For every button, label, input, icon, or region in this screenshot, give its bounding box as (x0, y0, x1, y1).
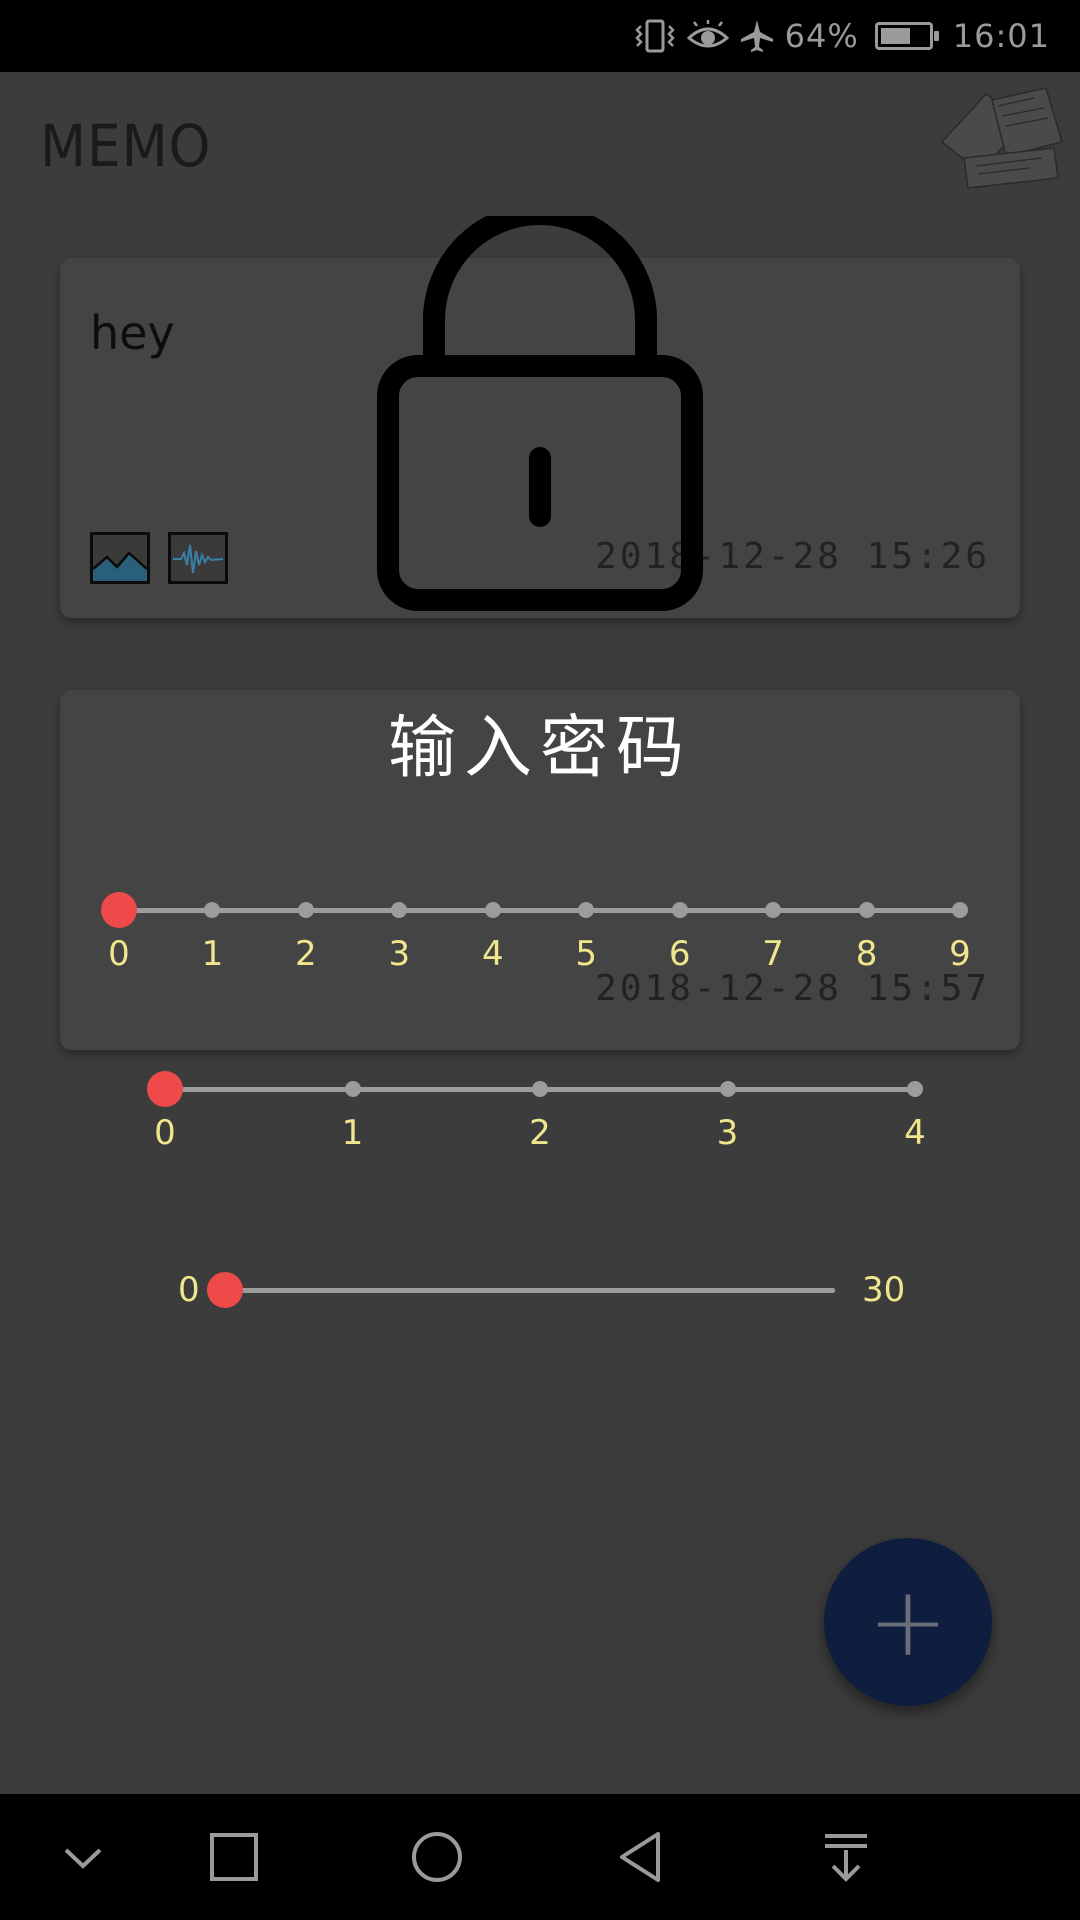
slider-tick-label: 4 (904, 1113, 926, 1153)
recent-apps-icon[interactable] (199, 1822, 269, 1892)
notes-stack-icon (940, 87, 1063, 189)
slider-tick-label: 9 (949, 934, 971, 974)
slider-tick[interactable] (344, 1081, 361, 1097)
battery-percent: 64% (784, 17, 859, 55)
slider-tick-label: 1 (201, 934, 224, 974)
lock-icon (377, 216, 703, 611)
image-icon (90, 532, 150, 584)
battery-level-fill (880, 28, 910, 44)
status-time: 16:01 (952, 17, 1050, 55)
password-prompt-title: 输入密码 (387, 709, 692, 788)
notification-pull-icon[interactable] (811, 1822, 881, 1892)
status-bar: 64% 16:01 (0, 0, 1080, 72)
back-icon[interactable] (608, 1822, 678, 1892)
memo-text: hey (90, 306, 175, 360)
slider-tick[interactable] (532, 1081, 548, 1097)
app-title: MEMO (40, 112, 212, 180)
slider-thumb[interactable] (207, 1272, 243, 1308)
slider-tick[interactable] (484, 902, 501, 918)
audio-wave-icon (168, 532, 228, 584)
slider-track[interactable] (225, 1288, 835, 1293)
slider-track[interactable] (119, 908, 960, 913)
navigation-bar (0, 1794, 1080, 1920)
chevron-down-icon[interactable] (48, 1822, 118, 1892)
slider-tick-label: 3 (388, 934, 411, 974)
slider-tick-label: 6 (668, 934, 691, 974)
airplane-icon (740, 20, 773, 52)
slider-tick-label: 5 (575, 934, 598, 974)
slider-tick[interactable] (671, 902, 688, 918)
eye-icon (686, 20, 729, 48)
slider-thumb[interactable] (147, 1071, 183, 1107)
slider-tick-label: 4 (481, 934, 504, 974)
slider-tick-label: 0 (154, 1113, 176, 1153)
vibrate-icon (634, 19, 675, 53)
plus-icon: + (867, 1566, 949, 1678)
slider-tick[interactable] (952, 902, 968, 918)
add-memo-button[interactable]: + (824, 1538, 992, 1706)
slider-tick-label: 7 (762, 934, 784, 974)
slider-thumb[interactable] (101, 892, 137, 928)
slider-tick-label: 0 (108, 934, 130, 974)
slider-tick-label: 3 (716, 1113, 739, 1153)
slider-tick[interactable] (858, 902, 875, 918)
slider-tick[interactable] (204, 902, 221, 918)
slider-tick[interactable] (578, 902, 595, 918)
battery-icon (874, 22, 939, 50)
slider-tick[interactable] (765, 902, 782, 918)
slider-min-label: 0 (178, 1270, 200, 1310)
slider-tick-label: 2 (529, 1113, 551, 1153)
home-icon[interactable] (402, 1822, 472, 1892)
slider-tick-label: 1 (341, 1113, 364, 1153)
slider-tick[interactable] (391, 902, 408, 918)
slider-tick[interactable] (297, 902, 314, 918)
memo-date: 2018-12-28 15:57 (595, 968, 990, 1009)
slider-tick-label: 8 (855, 934, 878, 974)
slider-tick[interactable] (907, 1081, 923, 1097)
slider-max-label: 30 (862, 1270, 906, 1310)
slider-tick-label: 2 (295, 934, 317, 974)
slider-tick[interactable] (719, 1081, 736, 1097)
